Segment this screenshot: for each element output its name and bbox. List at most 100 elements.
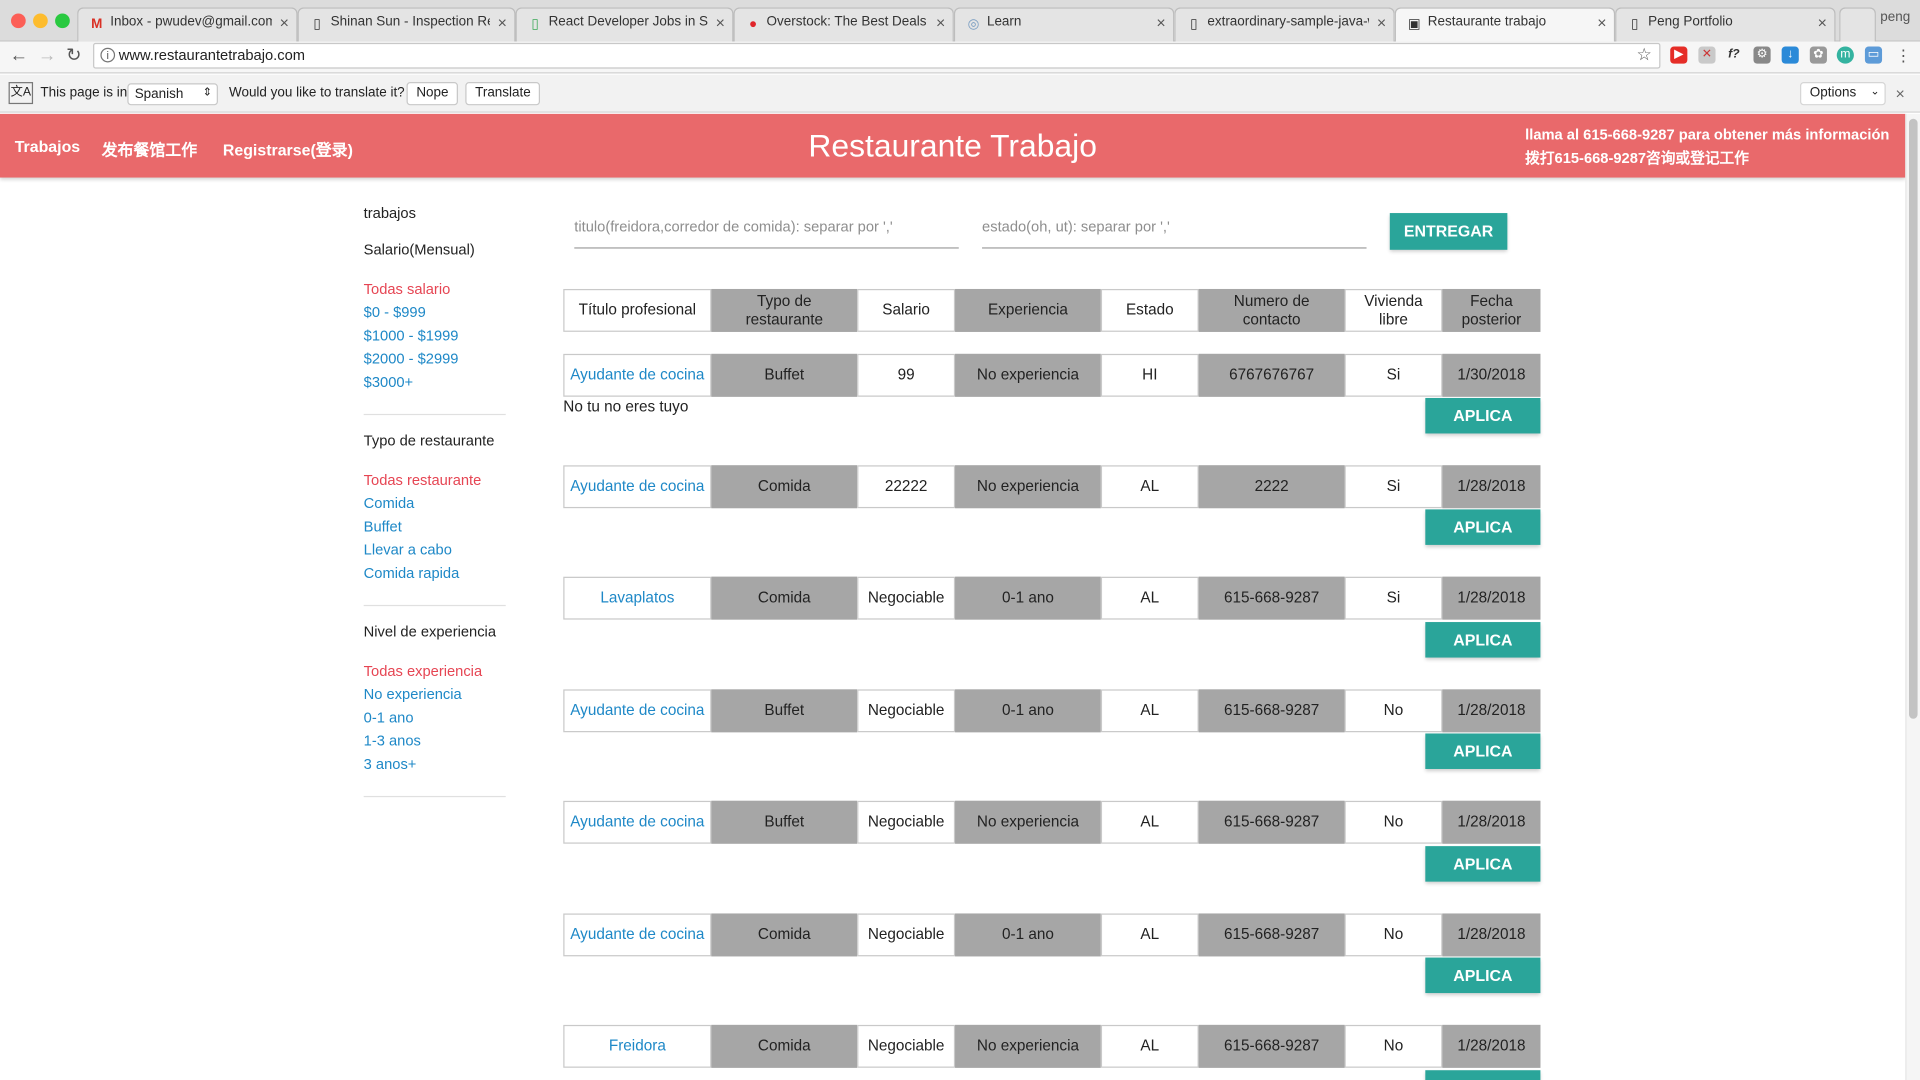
job-contact: 6767676767 (1198, 353, 1345, 397)
filter-restaurant-takeout[interactable]: Llevar a cabo (364, 539, 506, 562)
document-icon: ▯ (1190, 17, 1198, 32)
close-tab-icon[interactable]: × (1597, 13, 1606, 31)
forward-arrow-icon[interactable]: → (38, 45, 56, 67)
translate-button[interactable]: Translate (465, 82, 541, 106)
title-search-input[interactable]: titulo(freidora,corredor de comida): sep… (574, 208, 959, 249)
tab-inbox[interactable]: M Inbox - pwudev@gmail.com - × (77, 7, 298, 42)
reload-icon[interactable]: ↻ (66, 45, 81, 67)
filter-restaurant-all[interactable]: Todas restaurante (364, 469, 506, 492)
filter-salary-3000-plus[interactable]: $3000+ (364, 371, 506, 394)
close-tab-icon[interactable]: × (936, 13, 945, 31)
zoom-window-button[interactable] (55, 13, 70, 29)
job-restaurant-type: Comida (711, 913, 858, 957)
job-contact: 615-668-9287 (1198, 1024, 1345, 1068)
tab-overstock[interactable]: ● Overstock: The Best Deals O × (733, 7, 954, 42)
filter-salary-1000-1999[interactable]: $1000 - $1999 (364, 324, 506, 347)
close-tab-icon[interactable]: × (1818, 13, 1827, 31)
salary-filters: Todas salario $0 - $999 $1000 - $1999 $2… (364, 278, 506, 394)
new-tab-button[interactable] (1839, 7, 1876, 42)
job-date: 1/28/2018 (1442, 1024, 1541, 1068)
tab-java-sample[interactable]: ▯ extraordinary-sample-java-w × (1174, 7, 1395, 42)
apply-button[interactable]: APLICA (1425, 1070, 1541, 1080)
youtube-extension-icon[interactable]: ▶ (1670, 46, 1688, 64)
info-icon[interactable]: i (100, 47, 116, 63)
filter-experience-3-plus[interactable]: 3 anos+ (364, 753, 506, 776)
nav-post-job[interactable]: 发布餐馆工作 (102, 137, 198, 160)
apply-button[interactable]: APLICA (1425, 957, 1541, 994)
cast-extension-icon[interactable]: ▭ (1864, 46, 1883, 64)
filter-restaurant-comida[interactable]: Comida (364, 492, 506, 515)
bookmark-star-icon[interactable]: ☆ (1636, 44, 1651, 65)
header-housing: Vivienda libre (1344, 288, 1443, 332)
tab-inspection-report[interactable]: ▯ Shinan Sun - Inspection Repo × (297, 7, 516, 42)
menu-dots-icon[interactable]: ⋮ (1896, 45, 1912, 67)
filter-restaurant-fast-food[interactable]: Comida rapida (364, 562, 506, 585)
job-title-link[interactable]: Freidora (563, 1024, 712, 1068)
close-tab-icon[interactable]: × (280, 13, 289, 31)
job-state: AL (1100, 913, 1199, 957)
job-title-link[interactable]: Ayudante de cocina (563, 353, 712, 397)
filter-experience-1-3[interactable]: 1-3 anos (364, 730, 506, 753)
apply-button[interactable]: APLICA (1425, 622, 1541, 658)
nav-register[interactable]: Registrarse(登录) (223, 137, 353, 160)
filter-salary-2000-2999[interactable]: $2000 - $2999 (364, 348, 506, 371)
filter-experience-0-1[interactable]: 0-1 ano (364, 707, 506, 730)
options-select[interactable]: Options ⌄ (1800, 82, 1886, 106)
tab-label: Restaurante trabajo (1427, 14, 1547, 30)
apply-button[interactable]: APLICA (1425, 509, 1541, 545)
select-arrows-icon: ⇕ (202, 85, 212, 98)
header-date: Fecha posterior (1442, 288, 1541, 332)
tab-learn[interactable]: ◎ Learn × (953, 7, 1175, 42)
filter-experience-all[interactable]: Todas experiencia (364, 660, 506, 683)
browser-window: M Inbox - pwudev@gmail.com - × ▯ Shinan … (0, 0, 1920, 1080)
close-translate-icon[interactable]: × (1896, 84, 1905, 102)
puzzle-extension-icon[interactable]: ✿ (1809, 46, 1827, 64)
tab-react-jobs[interactable]: ▯ React Developer Jobs in Salt × (515, 7, 734, 42)
download-extension-icon[interactable]: ↓ (1781, 46, 1799, 64)
contact-info: llama al 615-668-9287 para obtener más i… (1525, 124, 1889, 171)
submit-button[interactable]: ENTREGAR (1389, 213, 1508, 250)
job-title-link[interactable]: Lavaplatos (563, 576, 712, 620)
job-salary: 22222 (857, 465, 956, 509)
page-scrollbar[interactable] (1905, 113, 1920, 1080)
close-window-button[interactable] (11, 13, 26, 29)
filter-restaurant-buffet[interactable]: Buffet (364, 516, 506, 539)
job-title-link[interactable]: Ayudante de cocina (563, 800, 712, 844)
job-title-link[interactable]: Ayudante de cocina (563, 689, 712, 733)
document-icon: ▯ (313, 17, 321, 32)
close-tab-icon[interactable]: × (498, 13, 507, 31)
tab-restaurante-trabajo[interactable]: ▣ Restaurante trabajo × (1394, 7, 1616, 42)
m-extension-icon[interactable]: m (1836, 46, 1854, 64)
minimize-window-button[interactable] (33, 13, 48, 29)
close-tab-icon[interactable]: × (716, 13, 725, 31)
back-arrow-icon[interactable]: ← (10, 45, 28, 67)
job-date: 1/28/2018 (1442, 800, 1541, 844)
header-title: Título profesional (563, 288, 712, 332)
apply-button[interactable]: APLICA (1425, 846, 1541, 882)
close-tab-icon[interactable]: × (1156, 13, 1165, 31)
job-experience: 0-1 ano (955, 913, 1101, 957)
apply-button[interactable]: APLICA (1425, 397, 1541, 434)
apply-button[interactable]: APLICA (1425, 733, 1541, 769)
filter-experience-none[interactable]: No experiencia (364, 683, 506, 706)
contact-info-es: llama al 615-668-9287 para obtener más i… (1525, 126, 1890, 144)
filter-salary-0-999[interactable]: $0 - $999 (364, 301, 506, 324)
job-title-link[interactable]: Ayudante de cocina (563, 465, 712, 509)
tab-peng-portfolio[interactable]: ▯ Peng Portfolio × (1615, 7, 1836, 42)
close-tab-icon[interactable]: × (1377, 13, 1386, 31)
job-restaurant-type: Buffet (711, 689, 858, 733)
formula-extension-icon[interactable]: f? (1725, 47, 1742, 64)
state-search-input[interactable]: estado(oh, ut): separar por ',' (982, 208, 1367, 249)
nav-trabajos[interactable]: Trabajos (15, 137, 80, 155)
settings-extension-icon[interactable]: ⚙ (1753, 46, 1771, 64)
profile-name[interactable]: peng (1880, 10, 1910, 25)
blocked-extension-icon[interactable]: ✕ (1698, 46, 1716, 64)
job-title-link[interactable]: Ayudante de cocina (563, 913, 712, 957)
filter-salary-all[interactable]: Todas salario (364, 278, 506, 301)
scrollbar-thumb[interactable] (1908, 118, 1918, 719)
nope-button[interactable]: Nope (406, 82, 459, 106)
address-bar[interactable]: i www.restaurantetrabajo.com ☆ (93, 42, 1661, 69)
tab-label: Learn (986, 14, 1022, 30)
job-contact: 615-668-9287 (1198, 689, 1345, 733)
language-select[interactable]: Spanish ⇕ (127, 83, 218, 106)
